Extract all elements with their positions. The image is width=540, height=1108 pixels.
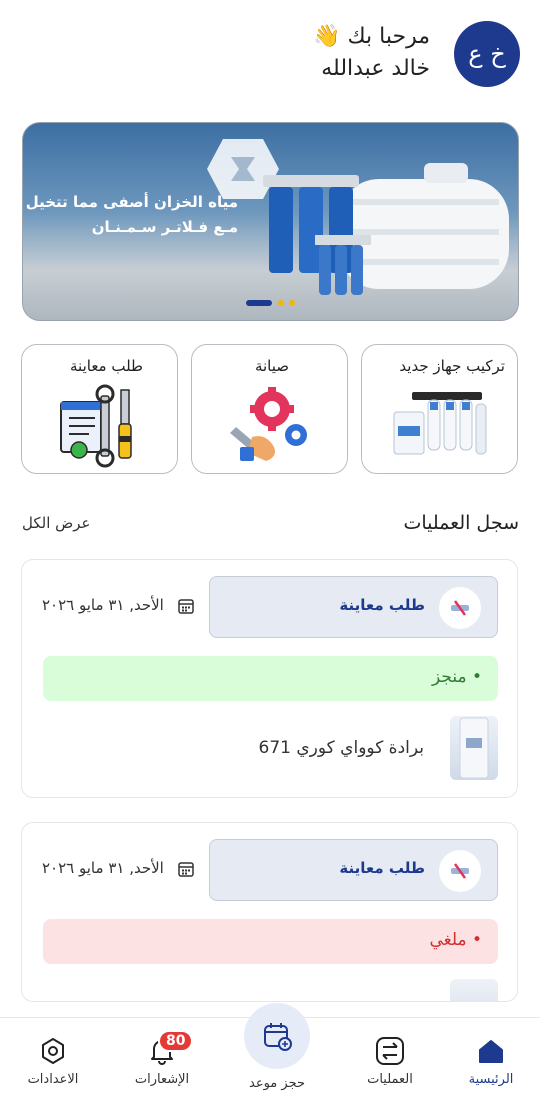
product-image: [450, 979, 498, 1001]
status-badge-done: • منجز: [43, 656, 498, 701]
slide-dot[interactable]: [289, 300, 295, 306]
service-card-maintenance[interactable]: صيانة: [191, 344, 348, 474]
nav-label: الرئيسية: [468, 1072, 514, 1087]
user-avatar[interactable]: خ ع: [454, 21, 520, 87]
user-name: خالد عبدالله: [321, 56, 430, 81]
request-type-box: طلب معاينة: [209, 576, 498, 638]
greeting-text: مرحبا بك 👋: [313, 24, 430, 49]
service-label: تركيب جهاز جديد: [399, 357, 505, 375]
notification-count-badge: 80: [158, 1030, 194, 1052]
status-badge-cancelled: • ملغي: [43, 919, 498, 964]
request-date: الأحد, ٣١ مايو ٢٠٢٦: [42, 596, 164, 614]
calendar-icon: [178, 599, 194, 614]
inspection-tools-icon: [22, 381, 177, 469]
home-icon: [479, 1040, 503, 1063]
transfer-icon: [376, 1037, 404, 1065]
nav-label: الإشعارات: [134, 1072, 190, 1087]
calendar-add-icon: [264, 1023, 292, 1051]
operation-card[interactable]: طلب معاينة الأحد, ٣١ مايو ٢٠٢٦ • ملغي: [21, 822, 518, 1002]
settings-icon: [42, 1038, 64, 1064]
slide-dot-active[interactable]: [246, 300, 272, 306]
status-text: • ملغي: [429, 930, 482, 950]
operations-section-title: سجل العمليات: [403, 512, 519, 534]
status-text: • منجز: [431, 667, 482, 687]
product-name: برادة كوواي كوري 671: [258, 738, 424, 758]
avatar-initials: خ ع: [468, 40, 506, 68]
nav-item-book[interactable]: حجز موعد: [232, 1076, 322, 1091]
service-label: طلب معاينة: [70, 357, 143, 375]
nav-label: الاعدادات: [27, 1072, 79, 1087]
nav-label: العمليات: [367, 1072, 413, 1087]
wrench-gear-icon: [192, 381, 347, 469]
banner-subline: مـع فـلاتـر سـمـنـان: [91, 218, 238, 236]
nav-item-operations[interactable]: العمليات: [345, 1036, 435, 1087]
promo-banner[interactable]: مياه الخزان أصفى مما تتخيل مـع فـلاتـر س…: [22, 122, 519, 321]
request-type-box: طلب معاينة: [209, 839, 498, 901]
water-filter-icon: [362, 381, 517, 469]
calendar-icon: [178, 862, 194, 877]
inspection-type-icon: [439, 850, 481, 892]
nav-item-settings[interactable]: الاعدادات: [8, 1036, 98, 1087]
service-card-new-install[interactable]: تركيب جهاز جديد: [361, 344, 518, 474]
banner-headline: مياه الخزان أصفى مما تتخيل: [25, 193, 238, 211]
request-type-label: طلب معاينة: [339, 596, 425, 614]
request-date: الأحد, ٣١ مايو ٢٠٢٦: [42, 859, 164, 877]
service-card-inspection[interactable]: طلب معاينة: [21, 344, 178, 474]
operation-card[interactable]: طلب معاينة الأحد, ٣١ مايو ٢٠٢٦ • منجز بر…: [21, 559, 518, 798]
nav-item-home[interactable]: الرئيسية: [446, 1036, 536, 1087]
slide-dot[interactable]: [278, 300, 284, 306]
view-all-link[interactable]: عرض الكل: [22, 514, 91, 532]
bottom-navigation: الرئيسية العمليات حجز موعد الإشعارات 80: [0, 1003, 540, 1108]
water-filter-image: [263, 175, 371, 295]
nav-label: حجز موعد: [249, 1076, 305, 1091]
inspection-type-icon: [439, 587, 481, 629]
request-type-label: طلب معاينة: [339, 859, 425, 877]
book-appointment-button[interactable]: [244, 1003, 310, 1069]
product-image: [450, 716, 498, 780]
service-label: صيانة: [254, 357, 289, 375]
